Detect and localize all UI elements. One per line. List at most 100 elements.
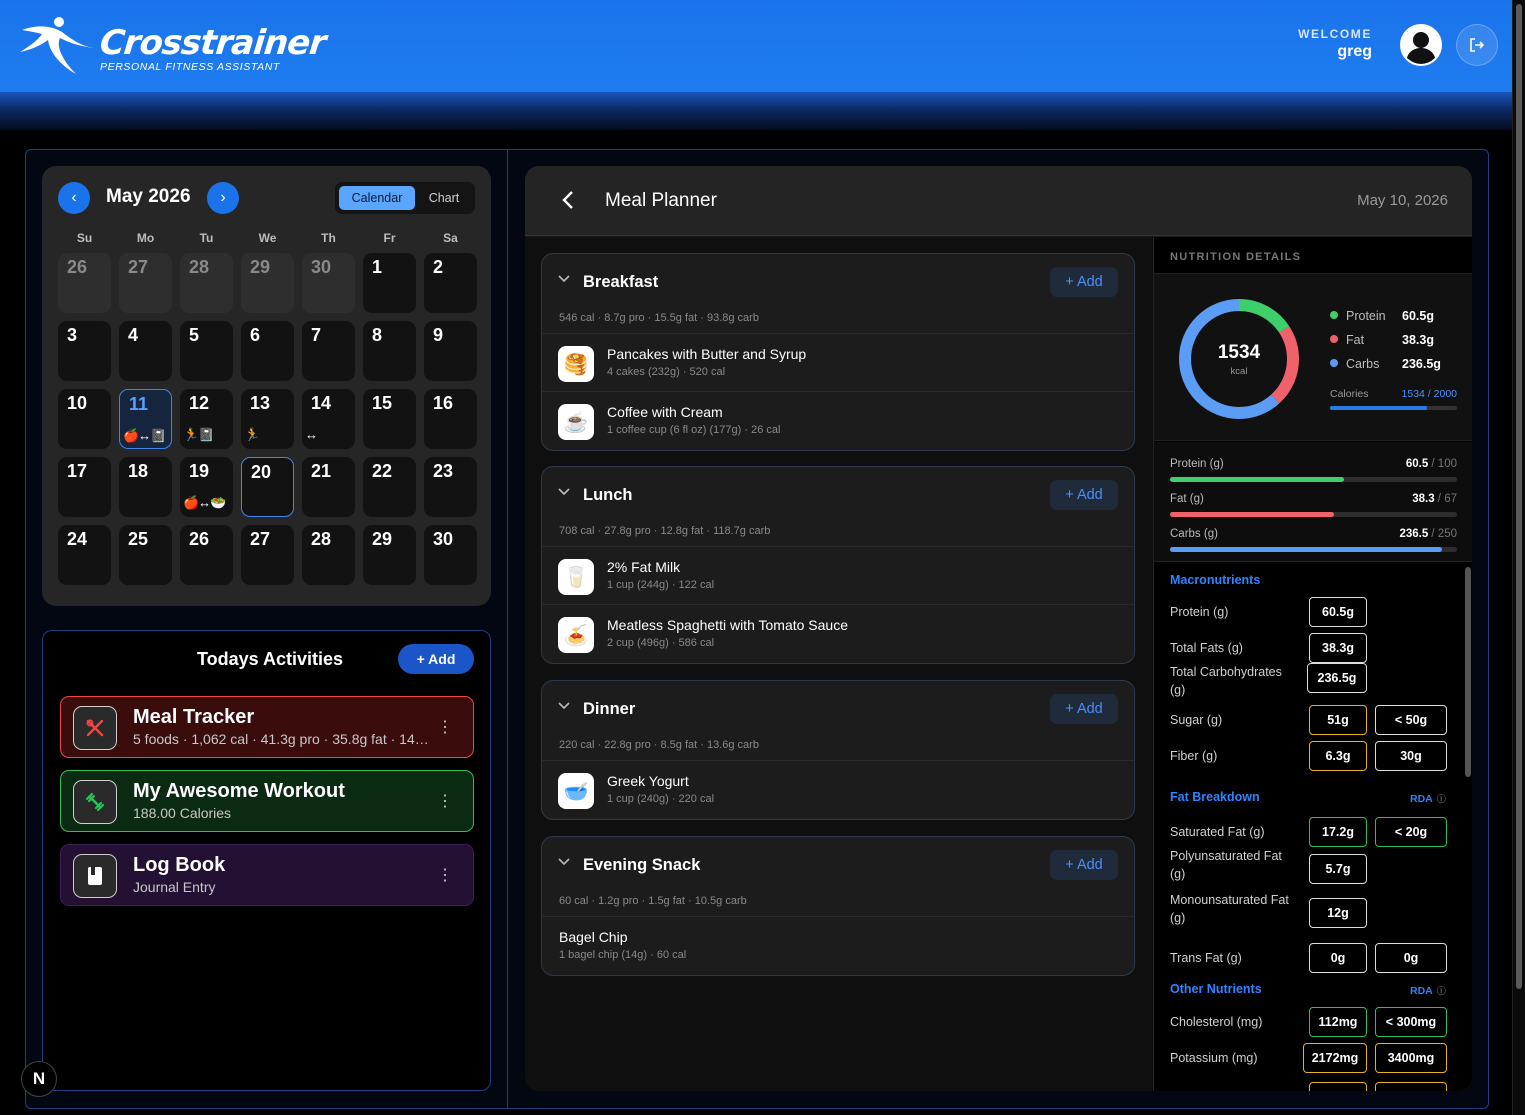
activity-log-book[interactable]: Log Book Journal Entry ⋮ bbox=[60, 844, 474, 906]
day-activity-icons: 🏃 bbox=[244, 427, 260, 442]
calendar-day[interactable]: 13 🏃 bbox=[241, 389, 294, 449]
avatar[interactable] bbox=[1400, 24, 1442, 66]
calendar-day[interactable]: 10 bbox=[58, 389, 111, 449]
add-food-button[interactable]: + Add bbox=[1050, 480, 1118, 510]
calendar-view-tab[interactable]: Calendar bbox=[339, 186, 415, 210]
calendar-day[interactable]: 22 bbox=[363, 457, 416, 517]
food-item[interactable]: 🥣 Greek Yogurt 1 cup (240g) · 220 cal bbox=[542, 761, 1134, 819]
calendar-day[interactable]: 27 bbox=[119, 253, 172, 313]
day-number: 28 bbox=[189, 257, 210, 277]
calendar-day[interactable]: 3 bbox=[58, 321, 111, 381]
day-number: 14 bbox=[311, 393, 332, 413]
nutrient-label: Monounsaturated Fat (g) bbox=[1170, 893, 1289, 925]
calendar-day[interactable]: 7 bbox=[302, 321, 355, 381]
logout-button[interactable] bbox=[1456, 24, 1498, 66]
calendar-day[interactable]: 4 bbox=[119, 321, 172, 381]
chevron-down-icon[interactable] bbox=[558, 853, 570, 869]
calories-progress-bar bbox=[1330, 406, 1457, 410]
calendar-day[interactable]: 1 bbox=[363, 253, 416, 313]
legend-fat-value: 38.3g bbox=[1402, 333, 1434, 347]
rda-label: RDA ⓘ bbox=[1410, 793, 1446, 805]
day-number: 27 bbox=[128, 257, 149, 277]
prev-month-button[interactable]: ‹ bbox=[58, 182, 90, 214]
activity-subtitle: 5 foods · 1,062 cal · 41.3g pro · 35.8g … bbox=[133, 731, 433, 747]
calendar-day[interactable]: 9 bbox=[424, 321, 477, 381]
activity-workout[interactable]: My Awesome Workout 188.00 Calories ⋮ bbox=[60, 770, 474, 832]
calendar-day[interactable]: 17 bbox=[58, 457, 111, 517]
nutrient-rda: < 50g bbox=[1375, 705, 1447, 735]
calendar-day[interactable]: 23 bbox=[424, 457, 477, 517]
calendar-day[interactable]: 12 🏃📓 bbox=[180, 389, 233, 449]
calendar-day[interactable]: 6 bbox=[241, 321, 294, 381]
chart-view-tab[interactable]: Chart bbox=[417, 186, 471, 210]
activities-title: Todays Activities bbox=[197, 649, 344, 669]
meal-header[interactable]: Dinner + Add 220 cal · 22.8g pro · 8.5g fa… bbox=[542, 681, 1134, 761]
add-food-button[interactable]: + Add bbox=[1050, 267, 1118, 297]
calendar-day[interactable]: 24 bbox=[58, 525, 111, 585]
meal-header[interactable]: Lunch + Add 708 cal · 27.8g pro · 12.8g fa… bbox=[542, 467, 1134, 547]
chevron-down-icon[interactable] bbox=[558, 483, 570, 499]
calendar-day[interactable]: 15 bbox=[363, 389, 416, 449]
meal-header[interactable]: Evening Snack + Add 60 cal · 1.2g pro · 1.… bbox=[542, 837, 1134, 917]
calendar-day[interactable]: 21 bbox=[302, 457, 355, 517]
next-month-button[interactable]: › bbox=[207, 182, 239, 214]
food-item[interactable]: ☕ Coffee with Cream 1 coffee cup (6 fl oz)… bbox=[542, 392, 1134, 450]
calendar-day[interactable]: 30 bbox=[302, 253, 355, 313]
calendar-day[interactable]: 18 bbox=[119, 457, 172, 517]
food-item[interactable]: 🍝 Meatless Spaghetti with Tomato Sauce 2 c… bbox=[542, 605, 1134, 663]
macro-label: Carbs (g) bbox=[1170, 528, 1218, 540]
food-item[interactable]: Bagel Chip 1 bagel chip (14g) · 60 cal bbox=[542, 917, 1134, 975]
page-scrollbar[interactable] bbox=[1512, 0, 1525, 1115]
nutrient-label: Total Fats (g) bbox=[1170, 641, 1243, 655]
brand-logo[interactable]: Crosstrainer PERSONAL FITNESS ASSISTANT bbox=[18, 16, 327, 78]
meal-card: Evening Snack + Add 60 cal · 1.2g pro · 1.… bbox=[541, 836, 1135, 976]
nutrient-value: 17.2g bbox=[1309, 817, 1367, 847]
nutrient-value: 60.5g bbox=[1309, 597, 1367, 627]
calendar-day[interactable]: 25 bbox=[119, 525, 172, 585]
back-chevron-icon[interactable] bbox=[561, 190, 575, 216]
day-number: 16 bbox=[433, 393, 454, 413]
calendar-day[interactable]: 26 bbox=[180, 525, 233, 585]
calendar-day[interactable]: 5 bbox=[180, 321, 233, 381]
calendar-day[interactable]: 29 bbox=[241, 253, 294, 313]
nutrition-panel: NUTRITION DETAILS 1534 kcal Protein 60.5… bbox=[1153, 237, 1472, 1091]
calendar-day[interactable]: 27 bbox=[241, 525, 294, 585]
nutrient-label: Total Carbohydrates (g) bbox=[1170, 665, 1282, 697]
calendar-day[interactable]: 16 bbox=[424, 389, 477, 449]
day-number: 22 bbox=[372, 461, 393, 481]
more-options-icon[interactable]: ⋮ bbox=[437, 791, 453, 811]
day-activity-icons: 🍎↔📓 bbox=[123, 428, 166, 443]
more-options-icon[interactable]: ⋮ bbox=[437, 717, 453, 737]
calendar-day[interactable]: 29 bbox=[363, 525, 416, 585]
add-food-button[interactable]: + Add bbox=[1050, 694, 1118, 724]
calendar-day[interactable]: 26 bbox=[58, 253, 111, 313]
food-item[interactable]: 🥞 Pancakes with Butter and Syrup 4 cakes (… bbox=[542, 334, 1134, 392]
add-food-button[interactable]: + Add bbox=[1050, 850, 1118, 880]
day-number: 2 bbox=[433, 257, 444, 277]
framework-badge-icon[interactable]: N bbox=[21, 1061, 57, 1097]
chevron-down-icon[interactable] bbox=[558, 270, 570, 286]
nutrient-detail-list[interactable]: Macronutrients Protein (g) 60.5g Total Fats… bbox=[1154, 567, 1472, 1091]
food-item[interactable]: 🥛 2% Fat Milk 1 cup (244g) · 122 cal bbox=[542, 547, 1134, 605]
nutrition-scrollbar[interactable] bbox=[1465, 567, 1471, 777]
food-name: 2% Fat Milk bbox=[607, 559, 681, 575]
calendar-day[interactable]: 19 🍎↔🥗 bbox=[180, 457, 233, 517]
chevron-down-icon[interactable] bbox=[558, 697, 570, 713]
meal-name: Evening Snack bbox=[583, 856, 701, 874]
calendar-day[interactable]: 2 bbox=[424, 253, 477, 313]
meal-name: Lunch bbox=[583, 486, 633, 504]
calendar-day[interactable]: 8 bbox=[363, 321, 416, 381]
calendar-day[interactable]: 20 bbox=[241, 457, 294, 517]
calendar-day[interactable]: 14 ↔ bbox=[302, 389, 355, 449]
meals-list: Breakfast + Add 546 cal · 8.7g pro · 15.5g… bbox=[525, 237, 1153, 1091]
activity-subtitle: 188.00 Calories bbox=[133, 805, 232, 821]
meal-planner-panel: Meal Planner May 10, 2026 Breakfast + Add… bbox=[525, 166, 1472, 1091]
more-options-icon[interactable]: ⋮ bbox=[437, 865, 453, 885]
meal-header[interactable]: Breakfast + Add 546 cal · 8.7g pro · 15.5g… bbox=[542, 254, 1134, 334]
activity-meal-tracker[interactable]: Meal Tracker 5 foods · 1,062 cal · 41.3g… bbox=[60, 696, 474, 758]
calendar-day[interactable]: 28 bbox=[302, 525, 355, 585]
calendar-day[interactable]: 28 bbox=[180, 253, 233, 313]
calendar-day[interactable]: 11 🍎↔📓 bbox=[119, 389, 172, 449]
add-activity-button[interactable]: + Add bbox=[398, 644, 474, 674]
calendar-day[interactable]: 30 bbox=[424, 525, 477, 585]
